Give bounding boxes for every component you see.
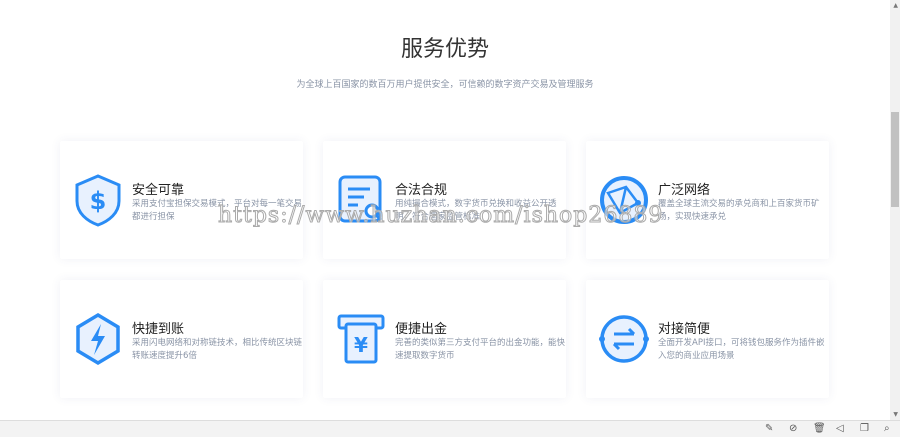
- shield-dollar-icon: $: [75, 174, 121, 227]
- watermark: https://www.huzhan.com/ishop26889: [217, 203, 664, 229]
- page-subtitle: 为全球上百国家的数百万用户提供安全，可信赖的数字资产交易及管理服务: [296, 80, 594, 90]
- scroll-up-icon[interactable]: ▲: [893, 2, 898, 9]
- pin-icon[interactable]: ✎: [765, 423, 773, 434]
- svg-text:¥: ¥: [354, 333, 368, 357]
- scrollbar[interactable]: ▲ ▼: [890, 0, 900, 420]
- feature-card-network: 广泛网络 覆盖全球主流交易的承兑商和上百家货币矿场，实现快速承兑: [586, 141, 829, 259]
- volume-icon[interactable]: ◁: [836, 423, 844, 434]
- card-desc: 覆盖全球主流交易的承兑商和上百家货币矿场，实现快速承兑: [658, 199, 820, 222]
- yen-withdraw-icon: ¥: [337, 314, 385, 364]
- exchange-arrows-icon: [599, 315, 649, 363]
- feature-card-security: $ 安全可靠 采用支付宝担保交易模式，平台对每一笔交易都进行担保: [60, 141, 303, 259]
- scroll-down-icon[interactable]: ▼: [893, 411, 898, 418]
- card-title: 安全可靠: [132, 183, 185, 198]
- page-title: 服务优势: [400, 37, 489, 62]
- svg-text:$: $: [90, 187, 107, 215]
- feature-card-compliance: 合法合规 用纯撮合模式，数字货币兑换和收益公开透明，符合国家监管标准: [323, 141, 566, 259]
- lightning-icon: [76, 312, 120, 366]
- card-title: 合法合规: [395, 183, 448, 198]
- card-desc: 采用闪电网络和对称链技术，相比传统区块链转账速度提升6倍: [132, 338, 303, 361]
- feature-card-fast: 快捷到账 采用闪电网络和对称链技术，相比传统区块链转账速度提升6倍: [60, 280, 303, 398]
- scrollbar-thumb[interactable]: [891, 112, 899, 207]
- card-title: 广泛网络: [658, 183, 711, 198]
- card-title: 快捷到账: [132, 322, 185, 337]
- feature-card-api: 对接简便 全面开发API接口，可将钱包服务作为插件嵌入您的商业应用场景: [586, 280, 829, 398]
- card-desc: 完善的类似第三方支付平台的出金功能，能快速提取数字货币: [395, 338, 566, 361]
- trash-icon[interactable]: 🗑: [813, 423, 826, 434]
- card-title: 便捷出金: [395, 322, 448, 337]
- feature-card-withdraw: ¥ 便捷出金 完善的类似第三方支付平台的出金功能，能快速提取数字货币: [323, 280, 566, 398]
- no-disturb-icon[interactable]: ⊘: [789, 423, 797, 434]
- window-icon[interactable]: ❐: [860, 423, 869, 434]
- search-icon[interactable]: ⌕: [884, 423, 890, 434]
- card-desc: 全面开发API接口，可将钱包服务作为插件嵌入您的商业应用场景: [658, 338, 825, 361]
- card-title: 对接简便: [658, 322, 711, 337]
- bottom-toolbar: ✎ ⊘ 🗑 ◁ ❐ ⌕: [0, 420, 900, 437]
